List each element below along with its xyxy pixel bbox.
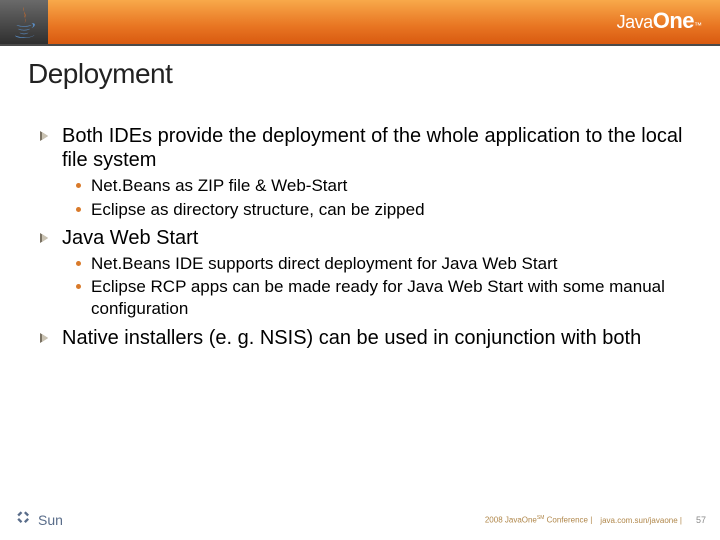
bullet-level2: Eclipse as directory structure, can be z… <box>76 199 692 221</box>
bullet-text: Eclipse as directory structure, can be z… <box>91 199 425 221</box>
javaone-logo: JavaOne™ <box>617 8 702 34</box>
bullet-text: Native installers (e. g. NSIS) can be us… <box>62 326 641 350</box>
chevron-icon <box>40 130 52 142</box>
footer-sm: SM <box>537 515 545 521</box>
slide-content: Deployment Both IDEs provide the deploym… <box>0 46 720 350</box>
javaone-prefix: Java <box>617 12 653 33</box>
slide-title: Deployment <box>28 58 692 90</box>
dot-icon <box>76 284 81 289</box>
bullet-text: Net.Beans as ZIP file & Web-Start <box>91 175 347 197</box>
page-number: 57 <box>696 515 706 525</box>
footer-url: java.com.sun/javaone | <box>600 516 682 525</box>
bullet-level1: Native installers (e. g. NSIS) can be us… <box>40 326 692 350</box>
bullet-text: Java Web Start <box>62 226 198 250</box>
bullet-text: Net.Beans IDE supports direct deployment… <box>91 253 557 275</box>
bullet-level1: Both IDEs provide the deployment of the … <box>40 124 692 173</box>
footer-conf-suffix: Conference | <box>547 516 593 525</box>
bullet-text: Both IDEs provide the deployment of the … <box>62 124 692 173</box>
footer-conf: 2008 JavaOne <box>485 516 537 525</box>
bullet-level2: Eclipse RCP apps can be made ready for J… <box>76 276 692 320</box>
footer: Sun 2008 JavaOneSM Conference | java.com… <box>0 506 720 534</box>
java-logo-icon <box>0 0 48 44</box>
dot-icon <box>76 261 81 266</box>
dot-icon <box>76 207 81 212</box>
sun-text: Sun <box>38 512 63 528</box>
chevron-icon <box>40 232 52 244</box>
bullet-text: Eclipse RCP apps can be made ready for J… <box>91 276 692 320</box>
footer-right: 2008 JavaOneSM Conference | java.com.sun… <box>485 515 706 525</box>
bullet-level2: Net.Beans as ZIP file & Web-Start <box>76 175 692 197</box>
sun-mark-icon <box>14 508 34 533</box>
bullet-level1: Java Web Start <box>40 226 692 250</box>
header-bar: JavaOne™ <box>0 0 720 44</box>
sun-logo: Sun <box>14 508 63 533</box>
chevron-icon <box>40 332 52 344</box>
dot-icon <box>76 183 81 188</box>
bullet-level2: Net.Beans IDE supports direct deployment… <box>76 253 692 275</box>
javaone-suffix: One <box>653 8 694 34</box>
